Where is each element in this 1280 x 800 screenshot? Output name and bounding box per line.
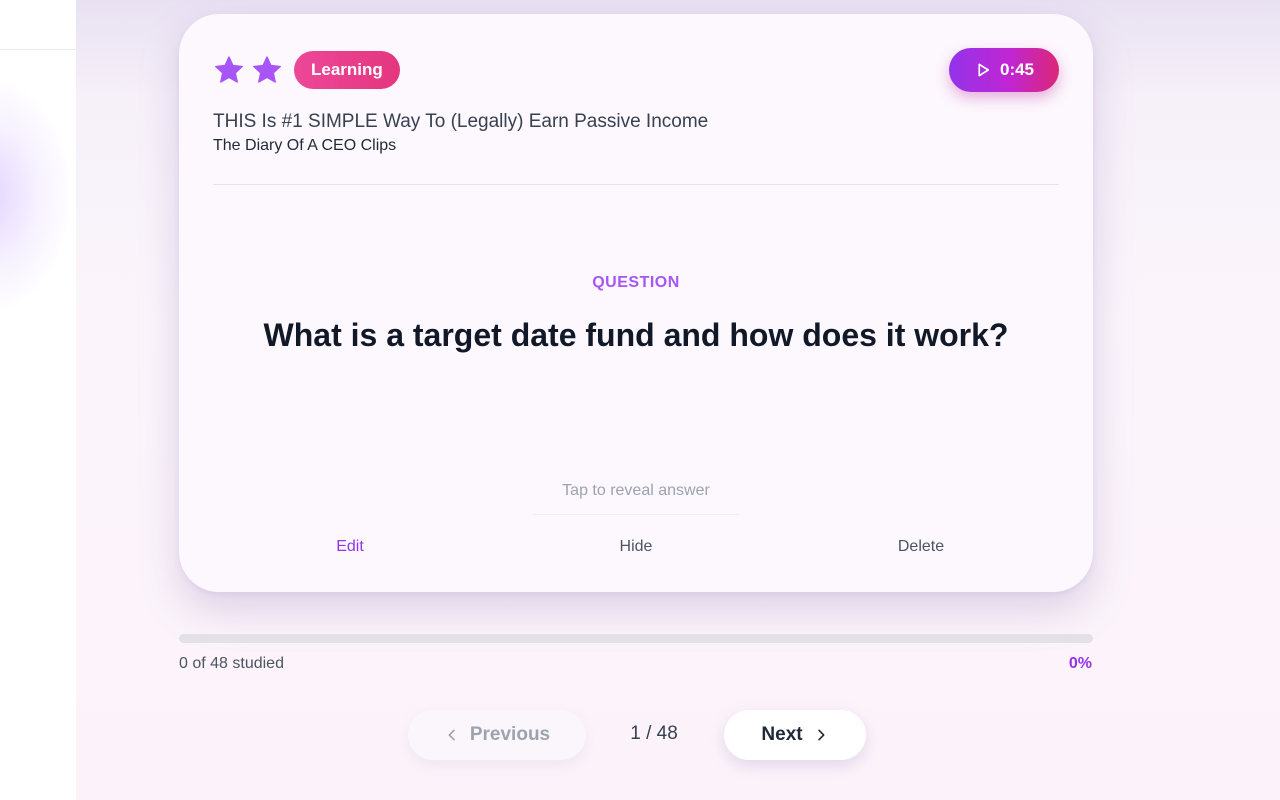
video-title: THIS Is #1 SIMPLE Way To (Legally) Earn … [213,111,709,132]
star-icon [215,56,243,83]
play-icon [978,63,990,77]
status-badge: Learning [294,51,400,89]
previous-label: Previous [469,724,551,745]
star-icon [253,56,281,83]
page-indicator: 1 / 48 [630,723,678,744]
reveal-divider [533,514,739,515]
channel-name: The Diary Of A CEO Clips [213,137,397,154]
left-panel-glow [0,80,70,310]
play-clip-button[interactable]: 0:45 [949,48,1059,92]
chevron-right-icon [817,729,825,741]
question-text: What is a target date fund and how does … [263,317,1009,353]
studied-count: 0 of 48 studied [179,655,284,672]
edit-button[interactable]: Edit [290,538,410,556]
chevron-left-icon [448,729,455,741]
reveal-answer-hint[interactable]: Tap to reveal answer [179,482,1093,500]
previous-button[interactable]: Previous [408,710,586,760]
progress-percent: 0% [1068,655,1092,672]
flashcard[interactable]: Learning 0:45 THIS Is #1 SIMPLE Way To (… [179,14,1093,592]
delete-button[interactable]: Delete [861,538,981,556]
hide-button[interactable]: Hide [576,538,696,556]
left-panel [0,0,76,800]
timer-label: 0:45 [999,60,1035,79]
next-button[interactable]: Next [724,710,866,760]
card-actions: Edit Hide Delete [179,538,1093,562]
next-label: Next [761,724,803,745]
card-divider [213,184,1059,185]
progress-bar [179,634,1093,643]
question-label: QUESTION [592,274,680,291]
star-rating [213,54,283,86]
left-panel-divider [0,49,76,50]
